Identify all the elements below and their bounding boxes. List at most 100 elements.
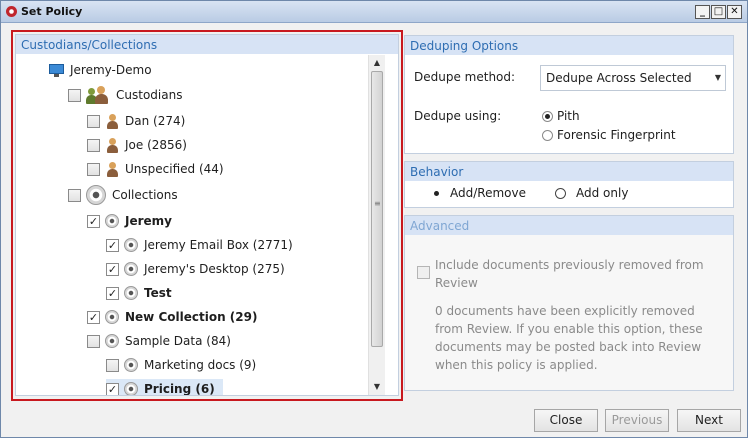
computer-icon bbox=[49, 63, 64, 77]
advanced-note-line: 0 documents have been explicitly removed bbox=[435, 304, 695, 318]
close-window-button[interactable]: ✕ bbox=[727, 5, 742, 19]
tree-item-checkbox[interactable] bbox=[68, 88, 81, 102]
deduping-options-header: Deduping Options bbox=[405, 36, 733, 55]
collection-disc-icon bbox=[105, 334, 119, 348]
radio-add-only-button[interactable] bbox=[555, 187, 566, 199]
advanced-note-line: when this policy is applied. bbox=[435, 358, 598, 372]
tree-item-checkbox[interactable] bbox=[87, 162, 100, 176]
tree-item[interactable]: Dan (274) bbox=[87, 111, 185, 131]
collections-tree: Jeremy-Demo Custodians Dan (274) Joe (2856)… bbox=[16, 55, 368, 395]
tree-item-label: Jeremy bbox=[125, 214, 172, 228]
collections-disc-icon bbox=[86, 185, 106, 205]
gear-app-icon bbox=[6, 6, 17, 17]
radio-pith-button[interactable] bbox=[542, 110, 553, 122]
include-removed-checkbox[interactable] bbox=[417, 266, 430, 279]
dedupe-method-label: Dedupe method: bbox=[414, 70, 516, 84]
tree-item-checkbox[interactable] bbox=[87, 114, 100, 128]
tree-item-checkbox[interactable]: ✓ bbox=[106, 382, 119, 395]
dedupe-method-value: Dedupe Across Selected bbox=[546, 71, 692, 85]
tree-item[interactable]: ✓ Jeremy's Desktop (275) bbox=[106, 259, 285, 279]
collection-disc-icon bbox=[124, 286, 138, 300]
person-icon bbox=[105, 137, 119, 153]
deduping-options-group: Deduping Options Dedupe method: Dedupe A… bbox=[404, 35, 734, 154]
tree-item[interactable]: Custodians bbox=[68, 85, 182, 105]
next-button[interactable]: Next bbox=[677, 409, 741, 432]
collection-disc-icon bbox=[124, 358, 138, 372]
collection-disc-icon bbox=[124, 238, 138, 252]
radio-pith[interactable]: Pith bbox=[542, 109, 580, 123]
tree-item-checkbox[interactable] bbox=[87, 138, 100, 152]
tree-item-label: Pricing (6) bbox=[144, 382, 215, 395]
title-bar[interactable]: Set Policy _ □ ✕ bbox=[1, 1, 747, 23]
include-removed-label-line1: Include documents previously removed fro… bbox=[435, 258, 704, 272]
dedupe-using-label: Dedupe using: bbox=[414, 109, 502, 123]
radio-forensic-fingerprint[interactable]: Forensic Fingerprint bbox=[542, 128, 676, 142]
minimize-button[interactable]: _ bbox=[695, 5, 710, 19]
tree-item-checkbox[interactable]: ✓ bbox=[87, 214, 100, 228]
tree-item-label: Custodians bbox=[116, 88, 183, 102]
tree-item-checkbox[interactable] bbox=[87, 334, 100, 348]
radio-add-only[interactable]: Add only bbox=[555, 186, 628, 200]
close-button[interactable]: Close bbox=[534, 409, 598, 432]
tree-item-checkbox[interactable] bbox=[106, 358, 119, 372]
advanced-note-line: from Review. If you enable this option, … bbox=[435, 322, 703, 336]
tree-item[interactable]: Collections bbox=[68, 185, 178, 205]
tree-item[interactable]: Unspecified (44) bbox=[87, 159, 224, 179]
chevron-down-icon: ▼ bbox=[714, 73, 721, 82]
behavior-group: Behavior Add/Remove Add only bbox=[404, 161, 734, 208]
tree-item-checkbox[interactable] bbox=[68, 188, 81, 202]
radio-forensic-fingerprint-label: Forensic Fingerprint bbox=[557, 128, 676, 142]
person-icon bbox=[105, 113, 119, 129]
person-icon bbox=[105, 161, 119, 177]
tree-item-label: Sample Data (84) bbox=[125, 334, 231, 348]
advanced-group: Advanced Include documents previously re… bbox=[404, 215, 734, 391]
radio-add-remove[interactable]: Add/Remove bbox=[431, 186, 526, 200]
tree-item[interactable]: ✓ Jeremy bbox=[87, 211, 172, 231]
tree-scrollbar[interactable]: ▲ ≡ ▼ bbox=[368, 55, 385, 395]
tree-item[interactable]: Joe (2856) bbox=[87, 135, 187, 155]
grip-icon: ≡ bbox=[374, 199, 381, 208]
tree-item-label: Marketing docs (9) bbox=[144, 358, 257, 372]
tree-item[interactable]: ✓ Test bbox=[106, 283, 172, 303]
tree-item-checkbox[interactable]: ✓ bbox=[106, 238, 119, 252]
tree-item-checkbox[interactable]: ✓ bbox=[106, 262, 119, 276]
tree-item-checkbox[interactable]: ✓ bbox=[106, 286, 119, 300]
tree-item-label: Dan (274) bbox=[125, 114, 186, 128]
collection-disc-icon bbox=[124, 382, 138, 395]
behavior-header: Behavior bbox=[405, 162, 733, 181]
dedupe-method-select[interactable]: Dedupe Across Selected ▼ bbox=[540, 65, 726, 91]
scroll-down-arrow-icon[interactable]: ▼ bbox=[369, 379, 385, 395]
set-policy-window: Set Policy _ □ ✕ Custodians/Collections … bbox=[0, 0, 748, 438]
advanced-header: Advanced bbox=[405, 216, 733, 235]
radio-pith-label: Pith bbox=[557, 109, 580, 123]
tree-item[interactable]: ✓ Pricing (6) bbox=[106, 379, 223, 395]
window-title: Set Policy bbox=[21, 5, 83, 18]
include-removed-label-line2: Review bbox=[435, 276, 478, 290]
tree-item[interactable]: Sample Data (84) bbox=[87, 331, 231, 351]
tree-item-label: Jeremy-Demo bbox=[70, 63, 152, 77]
tree-item[interactable]: ✓ Jeremy Email Box (2771) bbox=[106, 235, 293, 255]
tree-item-label: Joe (2856) bbox=[125, 138, 187, 152]
radio-add-only-label: Add only bbox=[576, 186, 629, 200]
tree-item-label: Jeremy's Desktop (275) bbox=[144, 262, 285, 276]
tree-item-label: Test bbox=[144, 286, 172, 300]
maximize-button[interactable]: □ bbox=[711, 5, 726, 19]
advanced-note-line: documents may be posted back into Review bbox=[435, 340, 702, 354]
tree-item[interactable]: Jeremy-Demo bbox=[49, 60, 152, 80]
tree-item[interactable]: Marketing docs (9) bbox=[106, 355, 256, 375]
tree-item-label: Unspecified (44) bbox=[125, 162, 224, 176]
previous-button[interactable]: Previous bbox=[605, 409, 669, 432]
radio-add-remove-label: Add/Remove bbox=[450, 186, 526, 200]
tree-item-checkbox[interactable]: ✓ bbox=[87, 310, 100, 324]
custodians-collections-header: Custodians/Collections bbox=[16, 35, 398, 54]
tree-item[interactable]: ✓ New Collection (29) bbox=[87, 307, 257, 327]
scroll-up-arrow-icon[interactable]: ▲ bbox=[369, 55, 385, 71]
tree-item-label: New Collection (29) bbox=[125, 310, 258, 324]
tree-item-label: Collections bbox=[112, 188, 178, 202]
radio-forensic-fingerprint-button[interactable] bbox=[542, 129, 553, 141]
custodians-collections-panel: Custodians/Collections Jeremy-Demo Custod… bbox=[15, 34, 399, 396]
scroll-thumb[interactable]: ≡ bbox=[371, 71, 383, 347]
collection-disc-icon bbox=[105, 310, 119, 324]
tree-item-label: Jeremy Email Box (2771) bbox=[144, 238, 293, 252]
radio-add-remove-button[interactable] bbox=[431, 187, 442, 199]
